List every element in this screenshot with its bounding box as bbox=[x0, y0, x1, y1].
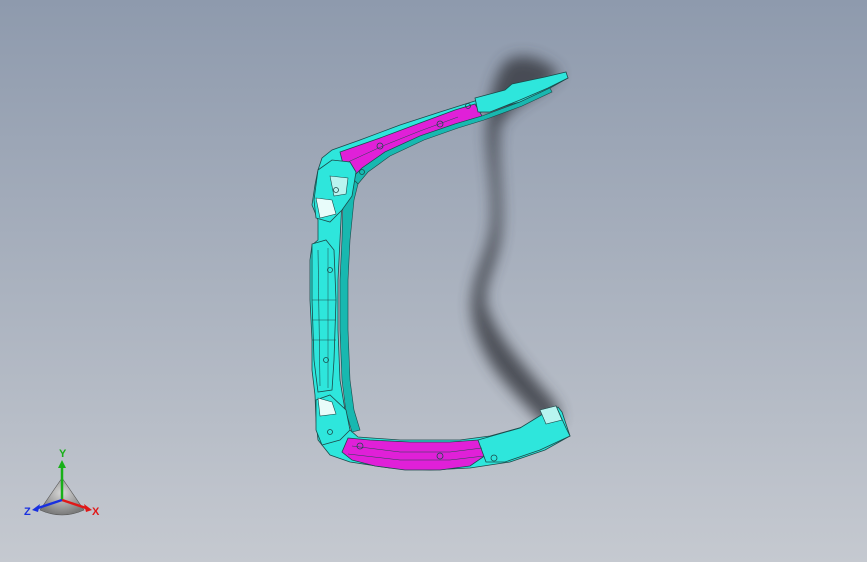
y-axis-label: Y bbox=[59, 448, 67, 460]
viewport-canvas[interactable]: Y X Z bbox=[0, 0, 867, 562]
x-axis-label: X bbox=[92, 506, 100, 518]
viewport-background bbox=[0, 0, 867, 562]
3d-viewport[interactable]: Y X Z bbox=[0, 0, 867, 562]
z-axis-label: Z bbox=[24, 506, 31, 518]
side-channel bbox=[311, 239, 337, 393]
